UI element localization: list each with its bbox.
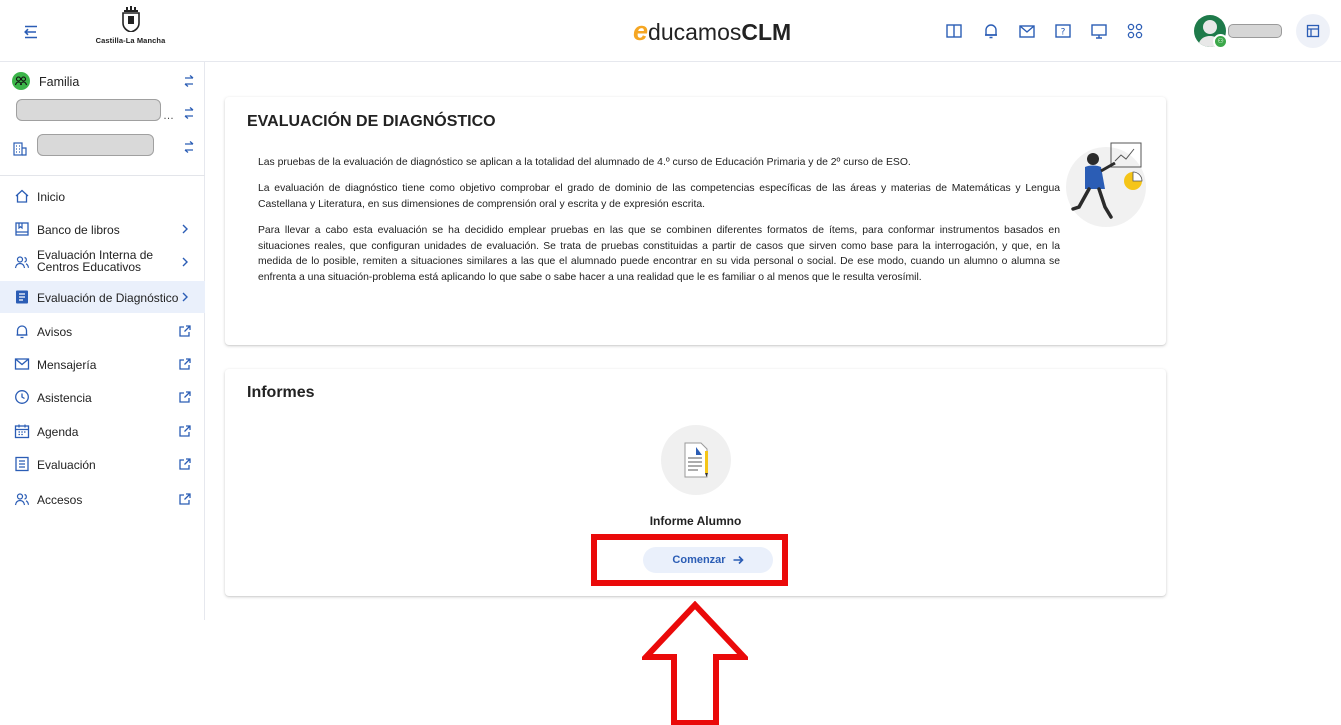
side-panel-button[interactable] xyxy=(1296,14,1330,48)
sidebar-item-label: Accesos xyxy=(37,493,83,507)
brand-title: educamosCLM xyxy=(633,16,792,46)
sidebar-item-agenda[interactable]: Agenda xyxy=(0,415,205,447)
collapse-menu-icon[interactable] xyxy=(22,24,40,40)
book-icon xyxy=(14,221,30,237)
sidebar: Familia … Inicio Banco de libros Evaluac… xyxy=(0,62,205,620)
sidebar-item-asistencia[interactable]: Asistencia xyxy=(0,381,205,413)
sidebar-item-avisos[interactable]: Avisos xyxy=(0,315,205,347)
sidebar-item-evaluacion[interactable]: Evaluación xyxy=(0,448,205,480)
sidebar-item-label: Agenda xyxy=(37,425,79,439)
swap-icon[interactable] xyxy=(183,106,195,120)
sidebar-item-label: Inicio xyxy=(37,190,66,204)
profile-selector[interactable]: Familia xyxy=(0,66,205,96)
apps-icon[interactable] xyxy=(1126,22,1146,42)
castilla-la-mancha-logo[interactable]: Castilla-La Mancha xyxy=(88,6,173,56)
external-link-icon xyxy=(178,424,192,438)
top-header: Castilla-La Mancha educamosCLM ? ⚇ xyxy=(0,0,1341,62)
chevron-right-icon xyxy=(178,255,192,269)
sidebar-item-label: Evaluación xyxy=(37,458,96,472)
teacher-illustration-icon xyxy=(1066,142,1146,227)
page-title: EVALUACIÓN DE DIAGNÓSTICO xyxy=(247,113,496,130)
list-icon xyxy=(14,456,30,472)
swap-icon[interactable] xyxy=(183,74,195,88)
report-document-icon xyxy=(684,442,708,478)
external-link-icon xyxy=(178,492,192,506)
app-root: Castilla-La Mancha educamosCLM ? ⚇ Famil… xyxy=(0,0,1341,725)
people-icon xyxy=(14,491,30,507)
paragraph-objective: La evaluación de diagnóstico tiene como … xyxy=(258,183,1060,210)
chevron-right-icon xyxy=(178,222,192,236)
chevron-right-icon xyxy=(178,290,192,304)
bell-icon xyxy=(14,323,30,339)
sidebar-item-inicio[interactable]: Inicio xyxy=(0,180,205,212)
profile-badge-icon: ⚇ xyxy=(1213,34,1228,49)
clock-icon xyxy=(14,389,30,405)
up-arrow-icon xyxy=(642,601,748,725)
section-title: Informes xyxy=(247,384,315,401)
profile-label: Familia xyxy=(39,75,80,89)
sidebar-item-evaluacion-de-diagnostico[interactable]: Evaluación de Diagnóstico xyxy=(0,281,205,313)
report-icon-container xyxy=(661,425,731,495)
sidebar-item-label: Evaluación de Diagnóstico xyxy=(37,291,179,305)
user-name-redacted xyxy=(1228,24,1282,38)
document-icon xyxy=(14,289,30,305)
student-selector-redacted[interactable] xyxy=(16,99,161,121)
svg-text:?: ? xyxy=(1061,28,1066,38)
evaluation-info-card: EVALUACIÓN DE DIAGNÓSTICO Las pruebas de… xyxy=(225,97,1166,345)
ellipsis: … xyxy=(163,110,174,122)
people-icon xyxy=(14,254,30,270)
external-link-icon xyxy=(178,357,192,371)
external-link-icon xyxy=(178,390,192,404)
sidebar-item-mensajeria[interactable]: Mensajería xyxy=(0,348,205,380)
swap-icon[interactable] xyxy=(183,140,195,154)
sidebar-item-label: Avisos xyxy=(37,325,73,339)
mail-icon[interactable] xyxy=(1018,22,1038,42)
paragraph-method: Para llevar a cabo esta evaluación se ha… xyxy=(258,225,1060,283)
sidebar-item-label: Mensajería xyxy=(37,358,97,372)
sidebar-item-label: Banco de libros xyxy=(37,223,120,237)
external-link-icon xyxy=(178,457,192,471)
paragraph-intro: Las pruebas de la evaluación de diagnóst… xyxy=(258,157,911,168)
calendar-icon xyxy=(14,423,30,439)
home-icon xyxy=(14,188,30,204)
sidebar-item-banco-de-libros[interactable]: Banco de libros xyxy=(0,213,205,245)
help-icon[interactable]: ? xyxy=(1054,22,1074,42)
sidebar-item-label: Asistencia xyxy=(37,391,92,405)
external-link-icon xyxy=(178,324,192,338)
sidebar-divider xyxy=(0,175,205,176)
sidebar-item-evaluacion-interna[interactable]: Evaluación Interna de Centros Educativos xyxy=(0,246,205,278)
crest-icon xyxy=(121,6,140,32)
family-icon xyxy=(12,72,30,90)
highlight-box xyxy=(591,534,788,586)
logo-text: Castilla-La Mancha xyxy=(95,36,166,45)
school-selector-redacted[interactable] xyxy=(37,134,154,156)
book-icon[interactable] xyxy=(945,22,965,42)
mail-icon xyxy=(14,356,30,372)
monitor-icon[interactable] xyxy=(1090,22,1110,42)
sidebar-item-label: Evaluación Interna de Centros Educativos xyxy=(37,248,154,274)
building-icon xyxy=(12,140,28,156)
report-title: Informe Alumno xyxy=(649,514,742,528)
bell-icon[interactable] xyxy=(982,22,1002,42)
panel-icon xyxy=(1306,24,1320,38)
sidebar-item-accesos[interactable]: Accesos xyxy=(0,483,205,515)
